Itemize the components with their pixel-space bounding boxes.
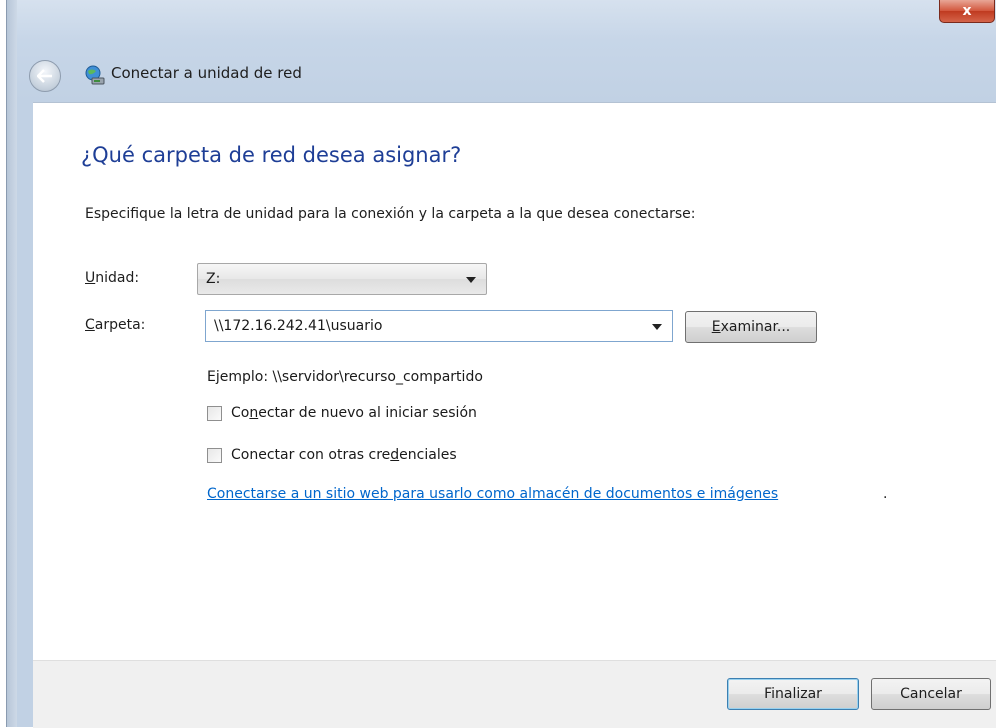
drive-letter-value: Z: — [206, 271, 221, 287]
credentials-row[interactable]: Conectar con otras credenciales — [207, 447, 457, 463]
drive-letter-select[interactable]: Z: — [197, 263, 487, 295]
dialog-footer: Finalizar Cancelar — [33, 660, 996, 728]
window-title: Conectar a unidad de red — [111, 64, 302, 82]
browse-mnemonic: E — [711, 319, 721, 335]
unidad-mnemonic: U — [85, 270, 96, 286]
network-drive-icon — [85, 65, 105, 85]
credentials-pre: Conectar con otras cre — [231, 447, 391, 463]
close-button[interactable]: x — [939, 0, 995, 23]
dialog-content: ¿Qué carpeta de red desea asignar? Espec… — [33, 102, 996, 660]
folder-path-value: \\172.16.242.41\usuario — [214, 318, 383, 334]
page-heading: ¿Qué carpeta de red desea asignar? — [81, 143, 462, 167]
reconnect-pre: Co — [231, 405, 250, 421]
browse-button[interactable]: Examinar... — [685, 311, 817, 343]
carpeta-mnemonic: C — [85, 317, 95, 333]
dialog-window: x Conectar a unidad de red ¿Qué carpeta … — [6, 0, 996, 728]
back-arrow-icon — [37, 69, 52, 83]
credentials-mnemonic: d — [390, 447, 400, 463]
reconnect-row[interactable]: Conectar de nuevo al iniciar sesión — [207, 405, 477, 421]
chevron-down-icon — [652, 324, 662, 330]
link-suffix: . — [883, 486, 888, 502]
reconnect-checkbox[interactable] — [207, 405, 222, 421]
chevron-down-icon — [466, 277, 476, 283]
cancel-button[interactable]: Cancelar — [871, 678, 991, 710]
website-link[interactable]: Conectarse a un sitio web para usarlo co… — [207, 486, 778, 502]
reconnect-post: ectar de nuevo al iniciar sesión — [258, 405, 477, 421]
reconnect-label: Conectar de nuevo al iniciar sesión — [231, 405, 477, 421]
example-text: Ejemplo: \\servidor\recurso_compartido — [207, 369, 483, 385]
browse-label-rest: xaminar... — [720, 319, 791, 335]
unidad-label-rest: nidad: — [95, 270, 140, 286]
close-icon: x — [962, 3, 972, 19]
window-frame-edge — [7, 0, 17, 727]
finish-button[interactable]: Finalizar — [727, 678, 859, 710]
carpeta-label: Carpeta: — [85, 317, 145, 333]
folder-path-input[interactable]: \\172.16.242.41\usuario — [205, 310, 673, 342]
back-button[interactable] — [29, 60, 61, 92]
reconnect-mnemonic: n — [249, 405, 259, 421]
unidad-label: Unidad: — [85, 270, 139, 286]
credentials-checkbox[interactable] — [207, 447, 222, 463]
instructions-text: Especifique la letra de unidad para la c… — [85, 206, 696, 222]
credentials-label: Conectar con otras credenciales — [231, 447, 457, 463]
carpeta-label-rest: arpeta: — [94, 317, 146, 333]
credentials-post: enciales — [399, 447, 457, 463]
